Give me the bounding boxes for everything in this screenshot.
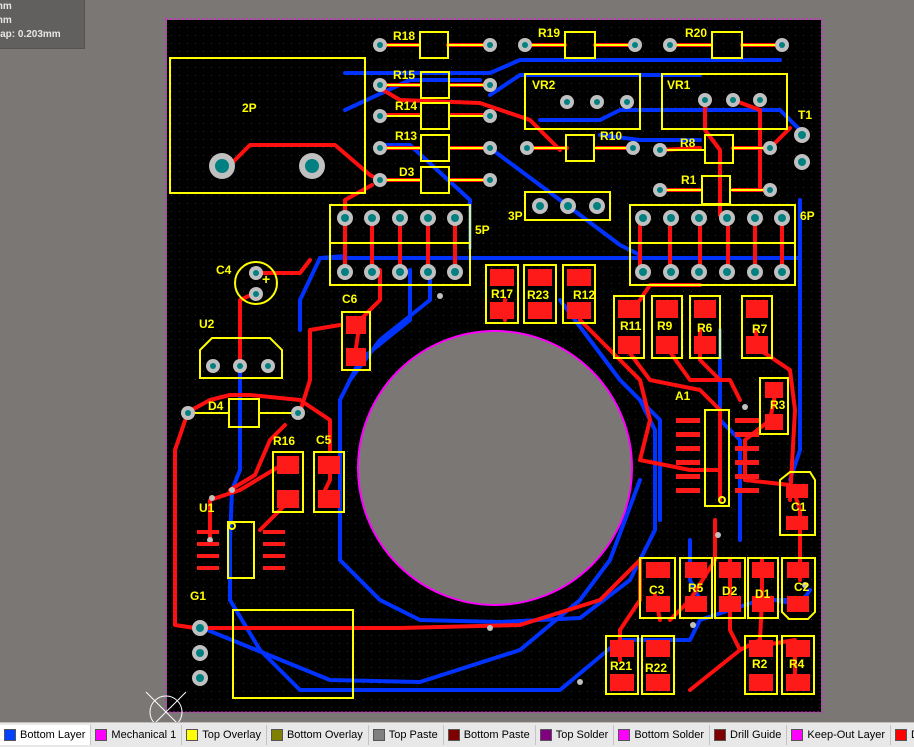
layer-tab-bottom-overlay[interactable]: Bottom Overlay xyxy=(267,725,369,745)
label-c4[interactable]: C4 xyxy=(216,263,232,277)
layer-tab-label: Mechanical 1 xyxy=(111,729,177,741)
layer-color-swatch xyxy=(4,729,16,741)
layer-tab-label: Top Solder xyxy=(555,729,609,741)
layer-tab-label: Bottom Overlay xyxy=(286,729,363,741)
layer-tab-top-paste[interactable]: Top Paste xyxy=(369,725,444,745)
label-c6[interactable]: C6 xyxy=(342,292,358,306)
label-c4-polarity: + xyxy=(262,271,270,287)
layer-tab-bottom-layer[interactable]: Bottom Layer xyxy=(0,725,92,745)
layer-color-swatch xyxy=(539,729,552,741)
layer-tab-label: Bottom Solder xyxy=(634,729,705,741)
label-d2[interactable]: D2 xyxy=(722,584,738,598)
label-d4[interactable]: D4 xyxy=(208,399,224,413)
label-d3[interactable]: D3 xyxy=(399,165,415,179)
label-r12[interactable]: R12 xyxy=(573,288,595,302)
label-g1[interactable]: G1 xyxy=(190,589,206,603)
label-r7[interactable]: R7 xyxy=(752,322,768,336)
label-a1[interactable]: A1 xyxy=(675,389,691,403)
label-r20[interactable]: R20 xyxy=(685,26,707,40)
label-r23[interactable]: R23 xyxy=(527,288,549,302)
layer-tab-label: Top Paste xyxy=(388,729,438,741)
layer-color-swatch xyxy=(447,729,460,741)
label-r10[interactable]: R10 xyxy=(600,129,622,143)
label-u2[interactable]: U2 xyxy=(199,317,215,331)
label-vr2[interactable]: VR2 xyxy=(532,78,556,92)
layer-tab-label: Bottom Layer xyxy=(20,729,86,741)
label-r13[interactable]: R13 xyxy=(395,129,417,143)
label-r11[interactable]: R11 xyxy=(620,319,642,333)
layer-color-swatch xyxy=(95,729,108,741)
layer-color-swatch xyxy=(714,729,727,741)
layer-tab-bottom-solder[interactable]: Bottom Solder xyxy=(614,725,711,745)
layer-color-swatch xyxy=(372,729,385,741)
layer-tab-label: Bottom Paste xyxy=(463,729,530,741)
label-r16[interactable]: R16 xyxy=(273,434,295,448)
layer-tab-d[interactable]: D xyxy=(891,725,914,745)
label-vr1[interactable]: VR1 xyxy=(667,78,691,92)
layer-color-swatch xyxy=(791,729,804,741)
label-u1[interactable]: U1 xyxy=(199,501,215,515)
layer-tab-label: Drill Guide xyxy=(730,729,782,741)
label-r15[interactable]: R15 xyxy=(393,68,415,82)
layer-color-swatch xyxy=(270,729,283,741)
label-r9[interactable]: R9 xyxy=(657,319,673,333)
layer-tab-mechanical-1[interactable]: Mechanical 1 xyxy=(91,725,183,745)
label-2p[interactable]: 2P xyxy=(242,101,257,115)
label-c2[interactable]: C2 xyxy=(794,580,810,594)
label-r6[interactable]: R6 xyxy=(697,321,713,335)
layer-color-swatch xyxy=(186,729,199,741)
label-r17[interactable]: R17 xyxy=(491,287,513,301)
label-5p[interactable]: 5P xyxy=(475,223,490,237)
layer-tab-label: Top Overlay xyxy=(202,729,261,741)
label-r1[interactable]: R1 xyxy=(681,173,697,187)
label-r19[interactable]: R19 xyxy=(538,26,560,40)
layer-color-swatch xyxy=(895,729,908,741)
layer-tab-top-solder[interactable]: Top Solder xyxy=(536,725,615,745)
label-c1[interactable]: C1 xyxy=(791,500,807,514)
label-3p[interactable]: 3P xyxy=(508,209,523,223)
label-t1[interactable]: T1 xyxy=(798,108,812,122)
label-r22[interactable]: R22 xyxy=(645,661,667,675)
layer-tab-drill-guide[interactable]: Drill Guide xyxy=(710,725,788,745)
label-r2[interactable]: R2 xyxy=(752,657,768,671)
label-r14[interactable]: R14 xyxy=(395,99,417,113)
layer-tab-label: Keep-Out Layer xyxy=(807,729,886,741)
center-cutout xyxy=(357,330,633,606)
layer-tab-keep-out-layer[interactable]: Keep-Out Layer xyxy=(787,725,892,745)
label-r5[interactable]: R5 xyxy=(688,581,704,595)
layer-tab-bar: Bottom Layer Mechanical 1 Top Overlay Botto… xyxy=(0,722,914,747)
label-r3[interactable]: R3 xyxy=(770,398,786,412)
pcb-canvas[interactable]: 2P R18 R19 R20 R15 R14 R13 D3 VR2 VR1 R1… xyxy=(0,0,914,722)
label-d1[interactable]: D1 xyxy=(755,587,771,601)
label-r18[interactable]: R18 xyxy=(393,29,415,43)
label-6p[interactable]: 6P xyxy=(800,209,815,223)
layer-tab-top-overlay[interactable]: Top Overlay xyxy=(182,725,267,745)
label-r21[interactable]: R21 xyxy=(610,659,632,673)
label-r4[interactable]: R4 xyxy=(789,657,805,671)
layer-color-swatch xyxy=(618,729,631,741)
label-r8[interactable]: R8 xyxy=(680,136,696,150)
label-c3[interactable]: C3 xyxy=(649,583,665,597)
label-c5[interactable]: C5 xyxy=(316,433,332,447)
layer-tab-bottom-paste[interactable]: Bottom Paste xyxy=(444,725,536,745)
